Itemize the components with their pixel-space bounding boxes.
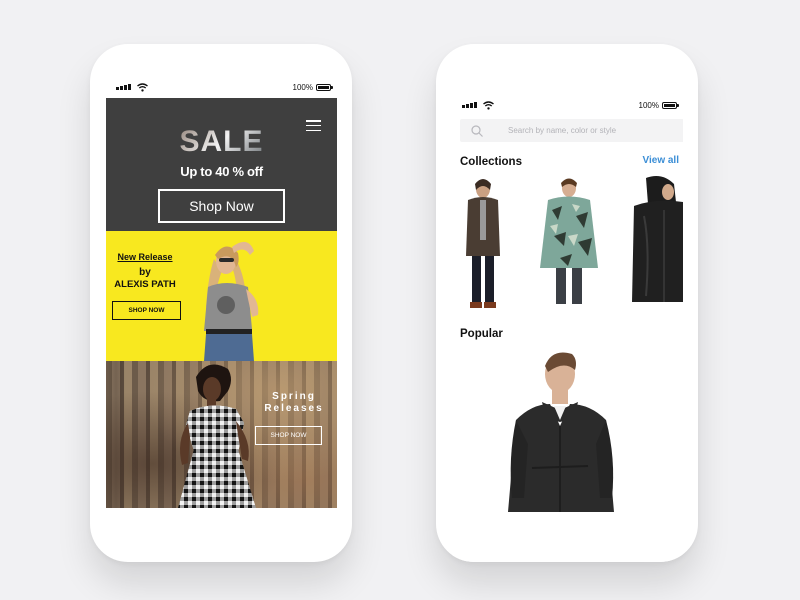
collection-item[interactable]: [630, 176, 683, 306]
new-release-heading: New Release: [117, 252, 173, 262]
sale-subtitle: Up to 40 % off: [180, 164, 263, 179]
wifi-icon: [137, 83, 148, 92]
collection-item[interactable]: [462, 176, 504, 311]
view-all-link[interactable]: View all: [642, 155, 679, 166]
spring-title-line2: Releases: [264, 403, 324, 414]
shop-home-screen: 100% SALE Up to 40 % off Shop Now New Re…: [106, 78, 337, 554]
wifi-icon: [483, 101, 494, 110]
signal-icon: [462, 102, 477, 108]
collection-item[interactable]: [538, 176, 600, 306]
spring-shop-now-button[interactable]: SHOP NOW: [255, 426, 322, 445]
status-bar: 100%: [452, 96, 683, 116]
shop-now-button[interactable]: Shop Now: [158, 189, 285, 223]
status-bar: 100%: [106, 78, 337, 98]
phone-mockup-left: 100% SALE Up to 40 % off Shop Now New Re…: [90, 44, 352, 562]
new-release-shop-now-button[interactable]: SHOP NOW: [112, 301, 181, 320]
popular-product-photo[interactable]: [502, 348, 632, 512]
collections-title: Collections: [460, 156, 522, 168]
sale-title: SALE: [106, 125, 337, 159]
battery-icon: [316, 84, 333, 91]
battery-icon: [662, 102, 679, 109]
browse-screen: 100% Collections View all: [452, 96, 683, 562]
search-input[interactable]: [506, 125, 680, 136]
battery-percentage: 100%: [638, 101, 659, 110]
new-release-by: by: [139, 267, 151, 278]
spring-title-line1: Spring: [272, 391, 316, 402]
phone-mockup-right: 100% Collections View all: [436, 44, 698, 562]
search-icon: [471, 124, 483, 137]
signal-icon: [116, 84, 131, 90]
model-photo-new-release: [204, 241, 259, 361]
battery-percentage: 100%: [292, 83, 313, 92]
search-bar[interactable]: [460, 119, 683, 142]
new-release-author: ALEXIS PATH: [114, 279, 176, 290]
sale-hero-banner: SALE Up to 40 % off Shop Now: [106, 98, 337, 231]
popular-title: Popular: [460, 328, 503, 340]
spring-releases-banner[interactable]: Spring Releases SHOP NOW: [106, 361, 337, 508]
collections-carousel[interactable]: [452, 176, 683, 311]
new-release-banner[interactable]: New Release by ALEXIS PATH SHOP NOW: [106, 231, 337, 361]
